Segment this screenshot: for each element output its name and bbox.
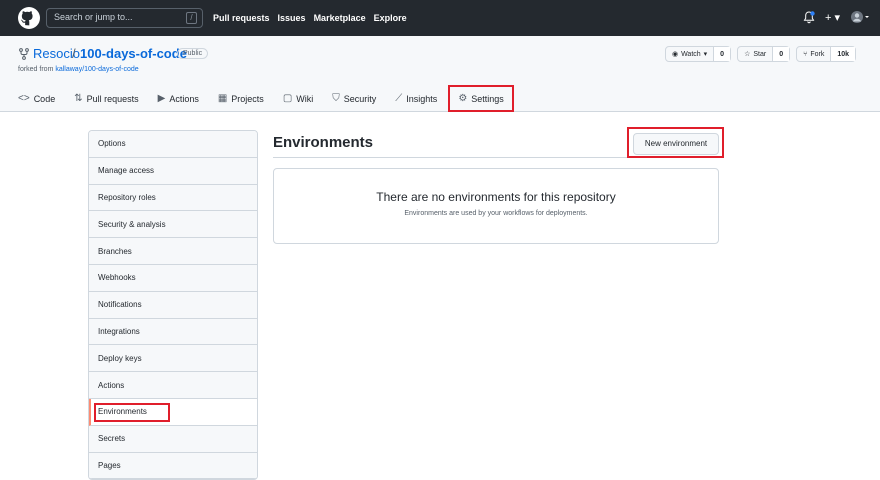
sidebar-item-secrets[interactable]: Secrets [89, 425, 257, 453]
tab-wiki-label: Wiki [296, 93, 314, 104]
fork-count[interactable]: 10k [830, 47, 855, 61]
eye-icon: ◉ [671, 51, 679, 58]
tab-security[interactable]: ⛉ Security [332, 86, 376, 112]
sidebar-item-environments[interactable]: Environments [89, 398, 257, 426]
notifications-bell-icon[interactable] [803, 10, 815, 24]
search-shortcut-key: / [186, 12, 197, 24]
tab-code[interactable]: <> Code [18, 86, 55, 112]
header-actions: + ▾ [803, 10, 870, 24]
sidebar-item-integrations[interactable]: Integrations [89, 318, 257, 346]
search-input[interactable]: Search or jump to... / [46, 8, 203, 28]
selection-highlight [94, 402, 170, 422]
graph-icon: ⟋ [395, 93, 403, 104]
settings-sidebar: Options Manage access Repository roles S… [88, 130, 258, 480]
nav-pull-requests[interactable]: Pull requests [213, 13, 270, 23]
sidebar-item-security-analysis[interactable]: Security & analysis [89, 211, 257, 239]
forked-from-text: forked from kallaway/100-days-of-code [18, 66, 139, 73]
git-pull-request-icon: ⇅ [74, 93, 83, 104]
tab-wiki[interactable]: ▢ Wiki [283, 86, 313, 112]
tab-insights-label: Insights [406, 93, 438, 104]
shield-icon: ⛉ [332, 93, 340, 104]
global-nav: Pull requests Issues Marketplace Explore [213, 13, 407, 23]
tab-code-label: Code [33, 93, 56, 104]
sidebar-item-repository-roles[interactable]: Repository roles [89, 184, 257, 212]
tab-projects[interactable]: ▦ Projects [218, 86, 264, 112]
sidebar-item-manage-access[interactable]: Manage access [89, 157, 257, 185]
tab-actions[interactable]: ▶ Actions [158, 86, 199, 112]
watch-count[interactable]: 0 [713, 47, 731, 61]
star-icon: ☆ [744, 51, 751, 58]
sidebar-item-branches[interactable]: Branches [89, 238, 257, 265]
star-label: Star [753, 50, 767, 58]
repo-name-link[interactable]: 100-days-of-code [80, 46, 187, 61]
repo-header: Resocio / 100-days-of-code Public forked… [0, 36, 880, 112]
sidebar-item-webhooks[interactable]: Webhooks [89, 264, 257, 292]
page-title: Environments [273, 134, 374, 151]
star-button[interactable]: ☆ Star 0 [737, 46, 791, 62]
fork-button[interactable]: ⑂ Fork 10k [796, 46, 856, 62]
blankslate-title: There are no environments for this repos… [376, 190, 616, 204]
gear-icon: ⚙ [458, 93, 468, 104]
tab-settings[interactable]: ⚙ Settings [448, 85, 514, 112]
repo-forked-small-icon: ⑂ [803, 50, 808, 58]
tab-projects-label: Projects [231, 93, 264, 104]
sidebar-item-deploy-keys[interactable]: Deploy keys [89, 345, 257, 373]
watch-button[interactable]: ◉ Watch ▾ 0 [664, 46, 732, 62]
create-new-icon[interactable]: + ▾ [825, 11, 840, 24]
tab-settings-label: Settings [471, 93, 504, 104]
tab-pull-requests[interactable]: ⇅ Pull requests [74, 86, 138, 112]
code-icon: <> [18, 93, 30, 104]
sidebar-item-notifications[interactable]: Notifications [89, 291, 257, 319]
github-logo-icon[interactable] [18, 7, 40, 29]
watch-label: Watch [681, 50, 701, 58]
nav-explore[interactable]: Explore [374, 13, 407, 23]
visibility-badge: Public [177, 48, 209, 59]
nav-issues[interactable]: Issues [278, 13, 306, 23]
tab-actions-label: Actions [169, 93, 199, 104]
forked-from-link[interactable]: kallaway/100-days-of-code [55, 66, 138, 73]
repo-path-separator: / [72, 46, 76, 61]
search-placeholder: Search or jump to... [54, 12, 133, 22]
tab-insights[interactable]: ⟋ Insights [395, 86, 437, 112]
repo-action-buttons: ◉ Watch ▾ 0 ☆ Star 0 ⑂ Fork 10k [664, 46, 856, 62]
blankslate: There are no environments for this repos… [273, 168, 719, 244]
chevron-down-icon: ▾ [703, 51, 708, 58]
nav-marketplace[interactable]: Marketplace [314, 13, 366, 23]
fork-label: Fork [810, 50, 825, 58]
book-icon: ▢ [282, 93, 293, 104]
new-environment-button[interactable]: New environment [633, 133, 719, 155]
sidebar-item-actions[interactable]: Actions [89, 372, 257, 399]
play-icon: ▶ [157, 93, 166, 104]
project-icon: ▦ [217, 93, 228, 104]
repo-tabs: <> Code ⇅ Pull requests ▶ Actions ▦ Proj… [18, 85, 533, 112]
forked-from-prefix: forked from [18, 66, 56, 73]
blankslate-description: Environments are used by your workflows … [404, 210, 588, 217]
avatar[interactable] [850, 10, 870, 24]
sidebar-item-pages[interactable]: Pages [89, 452, 257, 480]
sidebar-item-options[interactable]: Options [89, 131, 257, 158]
repo-forked-icon [19, 48, 29, 60]
star-count[interactable]: 0 [772, 47, 790, 61]
global-header: Search or jump to... / Pull requests Iss… [0, 0, 880, 36]
tab-pull-requests-label: Pull requests [86, 93, 139, 104]
tab-security-label: Security [343, 93, 377, 104]
